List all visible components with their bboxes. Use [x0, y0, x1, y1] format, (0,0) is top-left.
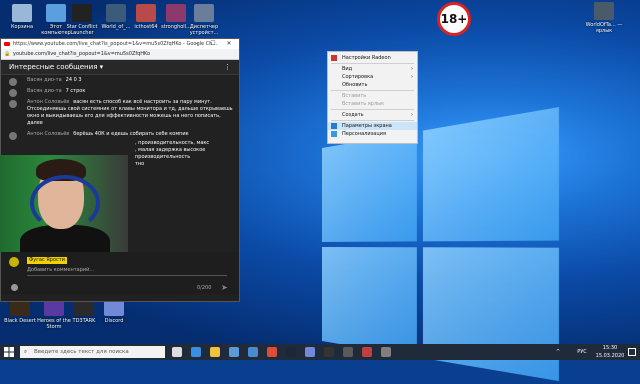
- ctx-item-paste: Вставить: [342, 93, 367, 99]
- char-counter: 0/200: [197, 285, 212, 291]
- user-avatar: [9, 132, 17, 140]
- radeon-icon: [331, 55, 337, 61]
- windows-start-icon: [4, 347, 14, 357]
- system-tray: ^: [548, 348, 568, 364]
- ctx-item-display-settings[interactable]: Параметры экрана: [328, 122, 417, 130]
- maximize-button[interactable]: ☐: [205, 39, 221, 49]
- webcam-overlay: [0, 155, 128, 253]
- chat-message: , малая задержка высокое: [135, 147, 206, 153]
- chat-input-area: Фугас Ярости Добавить комментарий... 0/2…: [1, 252, 239, 294]
- window-titlebar: https://www.youtube.com/live_chat?is_pop…: [1, 39, 239, 49]
- personalize-icon: [331, 131, 337, 137]
- ctx-item-sort[interactable]: Сортировка ›: [328, 73, 417, 81]
- worldoftanks-shortcut-icon: [594, 2, 614, 20]
- chat-mode-selector[interactable]: Интересные сообщения ▾: [9, 63, 103, 71]
- store-icon[interactable]: [229, 347, 239, 357]
- comment-input[interactable]: Добавить комментарий...: [27, 267, 227, 276]
- headset: [30, 175, 100, 231]
- ctx-item-new[interactable]: Создать ›: [328, 111, 417, 119]
- emoji-icon[interactable]: [11, 284, 18, 291]
- windows-logo: [322, 107, 561, 384]
- mail-icon[interactable]: [248, 347, 258, 357]
- chat-message: , производительность, макс: [135, 140, 210, 146]
- ctx-item-paste-shortcut: Вставить ярлык: [342, 101, 385, 107]
- app3-icon[interactable]: [381, 347, 391, 357]
- explorer-icon[interactable]: [210, 347, 220, 357]
- user-avatar: [9, 78, 17, 86]
- desktop-icon-worldoftanks[interactable]: WorldOfTa... — ярлык: [584, 2, 624, 34]
- close-button[interactable]: ✕: [221, 39, 237, 49]
- taskbar: ⌕ Введите здесь текст для поиска ^ РУС 1…: [0, 344, 640, 360]
- address-bar[interactable]: 🔒 youtube.com/live_chat?is_popout=1&v=mu…: [1, 49, 239, 60]
- display-icon: [331, 123, 337, 129]
- taskbar-search-input[interactable]: ⌕ Введите здесь текст для поиска: [20, 346, 165, 358]
- user-avatar: [9, 89, 17, 97]
- chat-message: Васян дио-та 24 0 3: [1, 75, 239, 86]
- search-icon: ⌕: [24, 349, 28, 355]
- youtube-favicon-icon: [4, 42, 10, 46]
- steam-icon[interactable]: [286, 347, 296, 357]
- task-view-icon[interactable]: [172, 347, 182, 357]
- ctx-item-view[interactable]: Вид ›: [328, 65, 417, 73]
- chat-message: Антон Соловьёв берёшь 40К и едешь собират…: [1, 129, 239, 140]
- menu-divider: [331, 63, 414, 64]
- ctx-item-radeon[interactable]: Настройки Radeon: [328, 54, 417, 62]
- window-controls: – ☐ ✕: [189, 39, 237, 49]
- chat-header: Интересные сообщения ▾ ⋮: [1, 60, 239, 75]
- menu-divider: [331, 109, 414, 110]
- chat-message: Антон Соловьёв васян есть способ как всё …: [1, 97, 239, 129]
- ctx-item-personalize[interactable]: Персонализация: [328, 130, 417, 138]
- chat-message: Васян дио-та 7 строк: [1, 86, 239, 97]
- submenu-arrow-icon: ›: [411, 74, 413, 80]
- notifications-icon[interactable]: [628, 348, 636, 356]
- more-options-icon[interactable]: ⋮: [224, 60, 231, 74]
- shortcut-icon: [136, 4, 156, 22]
- submenu-arrow-icon: ›: [411, 66, 413, 72]
- minimize-button[interactable]: –: [189, 39, 205, 49]
- ctx-item-refresh[interactable]: Обновить: [328, 81, 417, 89]
- tray-arrow-icon[interactable]: ^: [556, 349, 560, 355]
- chrome-icon[interactable]: [267, 347, 277, 357]
- shortcut-icon: [106, 4, 126, 22]
- desktop-context-menu: Настройки Radeon Вид › Сортировка › Обно…: [327, 51, 418, 144]
- start-button[interactable]: [4, 347, 14, 357]
- shortcut-icon: [166, 4, 186, 22]
- submenu-arrow-icon: ›: [411, 112, 413, 118]
- shortcut-icon: [194, 4, 214, 22]
- age-rating-badge: 18+: [437, 2, 471, 36]
- channel-avatar: [9, 257, 19, 267]
- send-icon[interactable]: ➤: [221, 283, 228, 292]
- shortcut-icon: [72, 4, 92, 22]
- discord-icon[interactable]: [305, 347, 315, 357]
- language-indicator[interactable]: РУС: [572, 344, 592, 360]
- desktop-icon[interactable]: Диспетчер устройст...: [184, 4, 224, 36]
- menu-divider: [331, 120, 414, 121]
- channel-badge: Фугас Ярости: [27, 257, 67, 264]
- chevron-down-icon: ▾: [99, 63, 104, 71]
- lock-icon: 🔒: [4, 51, 11, 57]
- edge-icon[interactable]: [191, 347, 201, 357]
- app-icon[interactable]: [343, 347, 353, 357]
- menu-divider: [331, 90, 414, 91]
- obs-icon[interactable]: [324, 347, 334, 357]
- app2-icon[interactable]: [362, 347, 372, 357]
- shortcut-icon: [12, 4, 32, 22]
- user-avatar: [9, 100, 17, 108]
- clock[interactable]: 15:30 15.03.2020: [595, 344, 625, 360]
